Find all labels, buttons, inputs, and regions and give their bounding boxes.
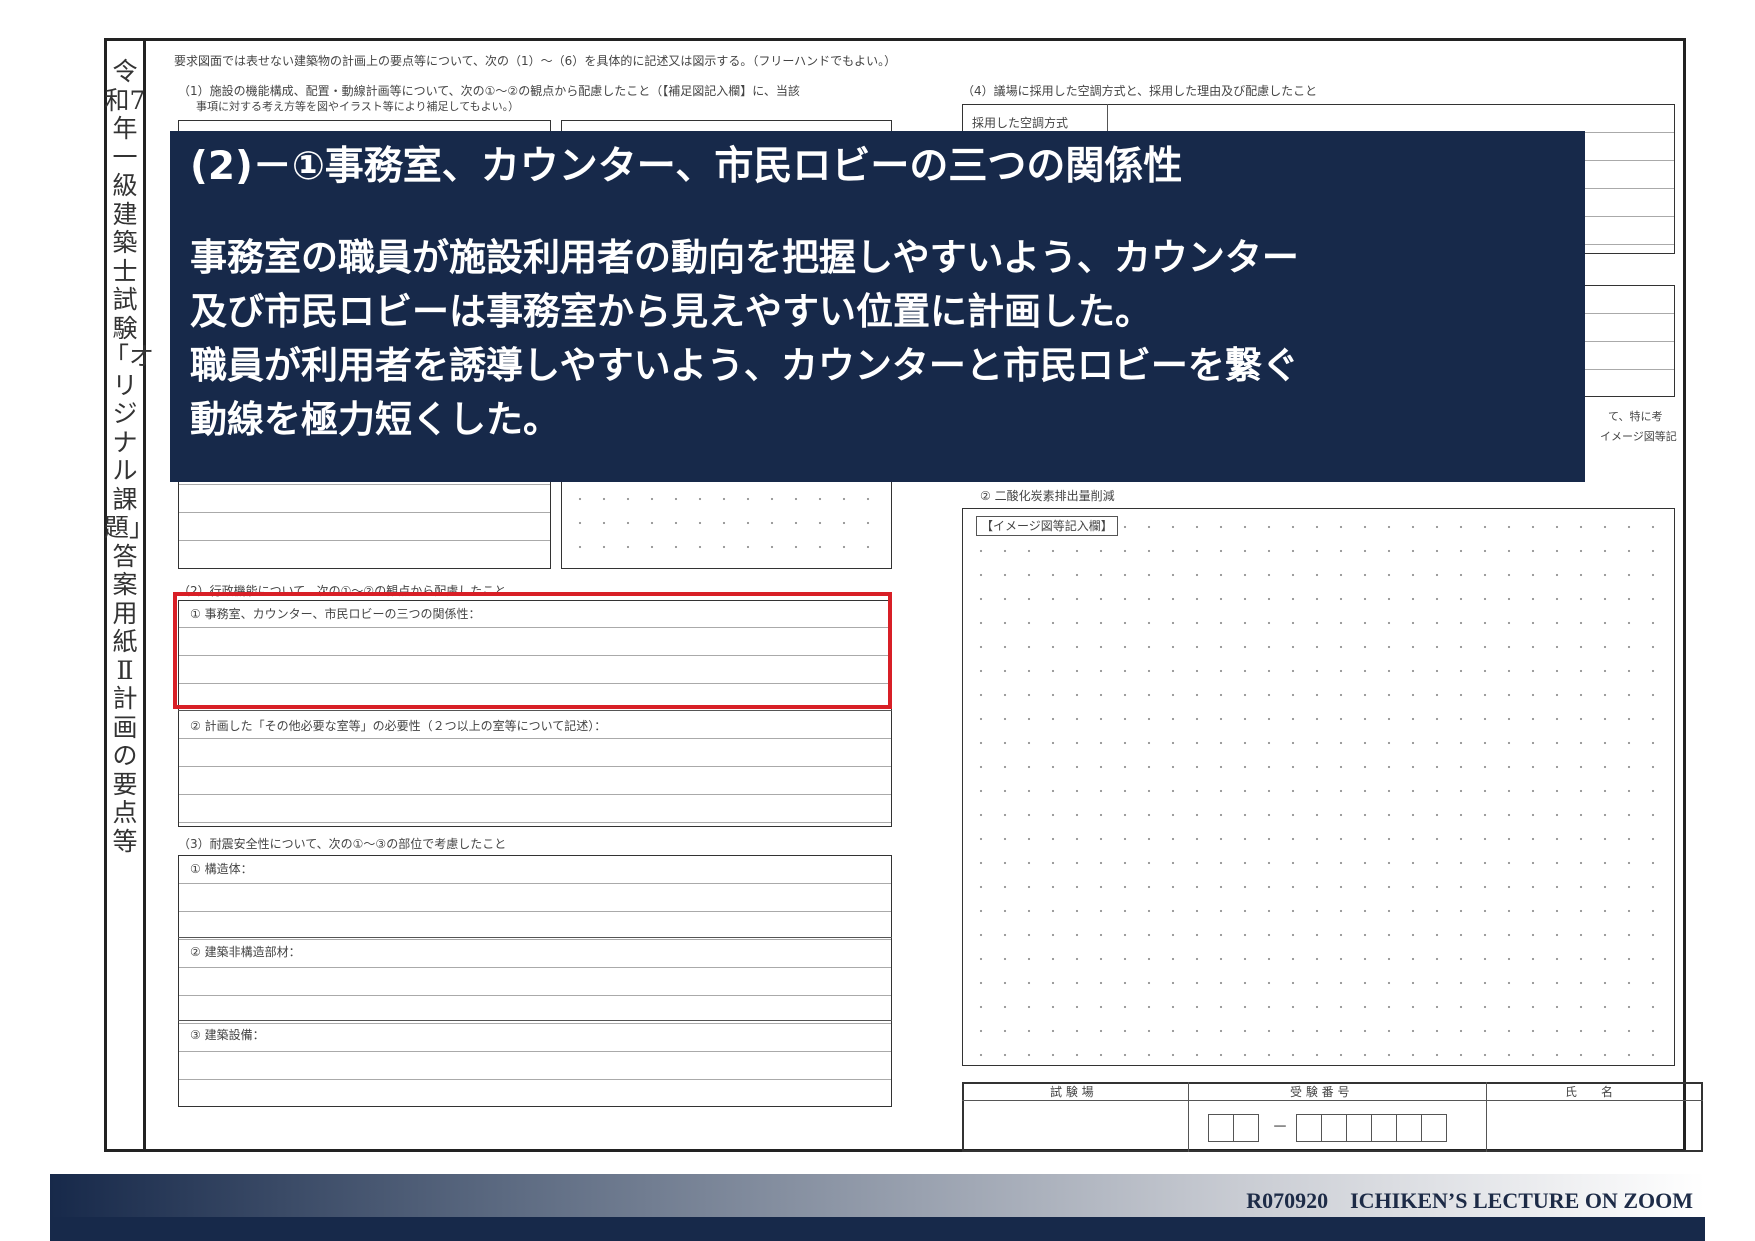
digit-box[interactable] — [1396, 1114, 1422, 1142]
instruction-text: 要求図面では表せない建築物の計画上の要点等について、次の（1）～（6）を具体的に… — [174, 54, 897, 68]
q3-divider-2 — [178, 1020, 892, 1021]
exam-number-boxes-a[interactable] — [1208, 1114, 1259, 1142]
q3-3-label: ③ 建築設備： — [190, 1028, 265, 1042]
explanation-overlay: (2)－①事務室、カウンター、市民ロビーの三つの関係性 事務室の職員が施設利用者… — [170, 131, 1585, 482]
q4-heading: （4）議場に採用した空調方式と、採用した理由及び配慮したこと — [962, 84, 1318, 98]
image-entry-area[interactable] — [962, 508, 1675, 1066]
digit-box[interactable] — [1421, 1114, 1447, 1142]
exam-number-dash: － — [1272, 1117, 1289, 1136]
footer-strip — [50, 1217, 1705, 1241]
overlay-line: 事務室の職員が施設利用者の動向を把握しやすいよう、カウンター — [190, 236, 1299, 279]
q3-divider-1 — [178, 937, 892, 938]
q5-heading-fragment-2: イメージ図等記 — [1600, 430, 1677, 443]
q5-heading-fragment: て、特に考 — [1608, 410, 1663, 423]
name-label: 氏 名 — [1565, 1085, 1614, 1099]
digit-box[interactable] — [1208, 1114, 1234, 1142]
q1-heading-cont: 事項に対する考え方等を図やイラスト等により補足してもよい。） — [196, 100, 520, 113]
overlay-line: 職員が利用者を誘導しやすいよう、カウンターと市民ロビーを繋ぐ — [190, 344, 1299, 387]
overlay-line: 動線を極力短くした。 — [190, 398, 560, 441]
footer-text: R070920 ICHIKEN’S LECTURE ON ZOOM — [1246, 1188, 1693, 1213]
digit-box[interactable] — [1346, 1114, 1372, 1142]
exam-number-boxes-b[interactable] — [1296, 1114, 1447, 1142]
q1-heading: （1）施設の機能構成、配置・動線計画等について、次の①～②の観点から配慮したこと… — [178, 84, 800, 98]
q4-ac-label: 採用した空調方式 — [972, 116, 1069, 130]
q3-1-label: ① 構造体： — [190, 862, 253, 876]
overlay-title: (2)－①事務室、カウンター、市民ロビーの三つの関係性 — [190, 144, 1183, 189]
exam-site-label: 試 験 場 — [1050, 1085, 1094, 1099]
info-table-col-divider-2 — [1486, 1082, 1487, 1152]
q3-heading: （3）耐震安全性について、次の①～③の部位で考慮したこと — [178, 837, 507, 851]
info-table-col-divider-1 — [1188, 1082, 1189, 1152]
q3-2-label: ② 建築非構造部材： — [190, 945, 301, 959]
q2-2-label: ② 計画した「その他必要な室等」の必要性（２つ以上の室等について記述）： — [190, 719, 607, 733]
info-table-header-line — [962, 1100, 1703, 1101]
exam-number-label: 受 験 番 号 — [1290, 1085, 1350, 1099]
overlay-line: 及び市民ロビーは事務室から見えやすい位置に計画した。 — [190, 290, 1152, 333]
q3-answer-box[interactable] — [178, 855, 892, 1107]
digit-box[interactable] — [1321, 1114, 1347, 1142]
image-box-label: 【イメージ図等記入欄】 — [976, 516, 1118, 536]
digit-box[interactable] — [1371, 1114, 1397, 1142]
highlight-box — [173, 592, 892, 709]
q6-2-heading: ② 二酸化炭素排出量削減 — [980, 489, 1115, 503]
digit-box[interactable] — [1296, 1114, 1322, 1142]
vertical-title: 令和7年 一級建築士試験「オリジナル課題」 答 案 用 紙 Ⅱ 計画の要点等 — [104, 57, 155, 856]
digit-box[interactable] — [1233, 1114, 1259, 1142]
